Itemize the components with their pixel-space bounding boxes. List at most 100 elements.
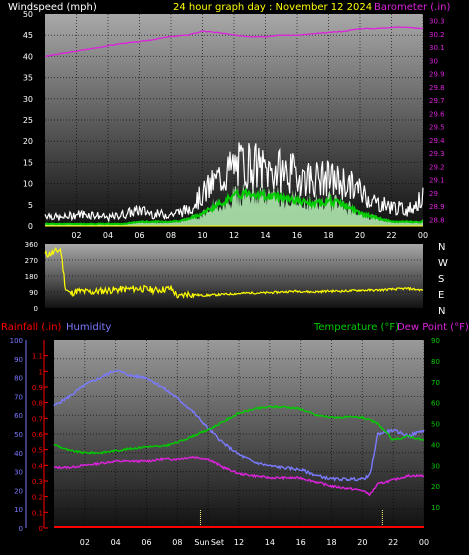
- wind-tick-label: 20: [23, 137, 33, 146]
- direction-tick-label: 90: [29, 289, 38, 297]
- hour-tick-label: 14: [260, 231, 270, 240]
- temperature-y-axis: 10 20 30 40 50 60 70 80 90: [431, 337, 440, 512]
- hour-tick-label: 10: [197, 231, 207, 240]
- hour-tick-label: 00: [418, 231, 428, 240]
- hour-tick-label: 22: [386, 231, 396, 240]
- wind-tick-label: 5: [28, 201, 33, 210]
- humidity-tick-label: 40: [14, 450, 23, 458]
- compass-label: N: [438, 242, 445, 253]
- hour-tick-label: 06: [141, 538, 151, 547]
- humidity-tick-label: 70: [14, 393, 23, 401]
- wind-tick-label: 10: [23, 180, 33, 189]
- direction-tick-label: 270: [25, 257, 38, 265]
- wind-tick-label: 45: [23, 31, 33, 40]
- dewpoint-axis-title: Dew Point (°F): [397, 322, 469, 333]
- hour-tick-label: Set: [211, 538, 224, 547]
- barometer-tick-label: 30.3: [429, 18, 445, 26]
- hour-tick-label: 22: [388, 538, 398, 547]
- barometer-tick-label: 28.8: [429, 216, 445, 224]
- barometer-axis-title: Barometer (.in): [374, 2, 450, 13]
- humidity-tick-label: 100: [10, 337, 23, 345]
- rainfall-tick-label: 0.5: [32, 447, 43, 455]
- wind-axis-title: Windspeed (mph): [8, 2, 97, 13]
- hour-tick-label: 08: [166, 231, 176, 240]
- hour-tick-label: 16: [292, 231, 302, 240]
- humidity-tick-label: 30: [14, 469, 23, 477]
- compass-label: E: [438, 290, 444, 301]
- barometer-tick-label: 29.5: [429, 124, 445, 132]
- weather-graphs: Windspeed (mph) 24 hour graph day : Nove…: [0, 0, 469, 555]
- wind-tick-label: 50: [23, 10, 33, 19]
- humidity-tick-label: 60: [14, 412, 23, 420]
- barometer-tick-label: 29.8: [429, 84, 445, 92]
- rainfall-tick-label: 0.6: [32, 431, 44, 439]
- compass-label: N: [438, 306, 445, 317]
- wind-tick-label: 40: [23, 52, 33, 61]
- barometer-tick-label: 29: [429, 190, 438, 198]
- rainfall-tick-label: 0.3: [32, 478, 43, 486]
- temperature-tick-label: 40: [431, 441, 440, 449]
- rainfall-tick-label: 0.4: [32, 462, 44, 470]
- hour-tick-label: 20: [357, 538, 367, 547]
- compass-label: S: [438, 274, 444, 285]
- hour-tick-label: 02: [80, 538, 90, 547]
- hour-tick-label: 16: [296, 538, 306, 547]
- humidity-tick-label: 80: [14, 375, 23, 383]
- rainfall-tick-label: 0.2: [32, 494, 43, 502]
- barometer-tick-label: 29.1: [429, 177, 445, 185]
- barometer-tick-label: 29.2: [429, 163, 445, 171]
- temperature-tick-label: 90: [431, 337, 440, 345]
- chart-title: 24 hour graph day : November 12 2024: [173, 2, 372, 13]
- direction-tick-label: 360: [25, 241, 38, 249]
- wind-tick-label: 0: [28, 222, 33, 231]
- hour-tick-label: 08: [172, 538, 182, 547]
- barometer-tick-label: 29.7: [429, 97, 445, 105]
- temperature-tick-label: 20: [431, 483, 440, 491]
- humidity-tick-label: 90: [14, 356, 23, 364]
- rainfall-axis-title: Rainfall (.in): [1, 322, 62, 333]
- temperature-axis-title: Temperature (°F): [313, 322, 399, 333]
- humidity-axis-title: Humidity: [66, 322, 111, 333]
- hour-tick-label: 12: [229, 231, 239, 240]
- hour-tick-label: 18: [323, 231, 333, 240]
- hour-tick-label: 00: [419, 538, 429, 547]
- humidity-tick-label: 20: [14, 487, 23, 495]
- temperature-tick-label: 50: [431, 421, 440, 429]
- hour-tick-label: 04: [103, 231, 113, 240]
- hour-tick-label: Sun: [194, 538, 209, 547]
- direction-tick-label: 0: [34, 305, 38, 313]
- hour-tick-label: 14: [265, 538, 275, 547]
- hour-tick-label: 20: [355, 231, 365, 240]
- barometer-tick-label: 30: [429, 57, 438, 65]
- wind-tick-label: 30: [23, 95, 33, 104]
- hour-tick-label: 12: [234, 538, 244, 547]
- barometer-tick-label: 29.9: [429, 71, 445, 79]
- hour-tick-label: 04: [111, 538, 121, 547]
- barometer-tick-label: 29.4: [429, 137, 445, 145]
- temperature-tick-label: 70: [431, 379, 440, 387]
- rainfall-tick-label: 0.7: [32, 415, 43, 423]
- humidity-tick-label: 10: [14, 506, 23, 514]
- temperature-tick-label: 30: [431, 462, 440, 470]
- barometer-tick-label: 28.9: [429, 203, 445, 211]
- barometer-tick-label: 30.1: [429, 44, 445, 52]
- humidity-tick-label: 50: [14, 431, 23, 439]
- rainfall-tick-label: 1.1: [32, 353, 43, 361]
- rainfall-tick-label: 0.8: [32, 400, 43, 408]
- wind-tick-label: 35: [23, 74, 33, 83]
- rainfall-tick-label: 0: [39, 525, 43, 533]
- direction-tick-label: 180: [25, 273, 38, 281]
- hour-tick-label: 18: [326, 538, 336, 547]
- temperature-tick-label: 60: [431, 400, 440, 408]
- wind-tick-label: 15: [23, 158, 33, 167]
- barometer-tick-label: 29.3: [429, 150, 445, 158]
- barometer-tick-label: 29.6: [429, 110, 445, 118]
- rainfall-tick-label: 1: [39, 368, 43, 376]
- temperature-tick-label: 10: [431, 504, 440, 512]
- wind-tick-label: 25: [23, 116, 33, 125]
- rainfall-tick-label: 0.1: [32, 509, 43, 517]
- humidity-tick-label: 0: [19, 525, 23, 533]
- temperature-tick-label: 80: [431, 358, 440, 366]
- hour-tick-label: 02: [71, 231, 81, 240]
- rainfall-tick-label: 0.9: [32, 384, 43, 392]
